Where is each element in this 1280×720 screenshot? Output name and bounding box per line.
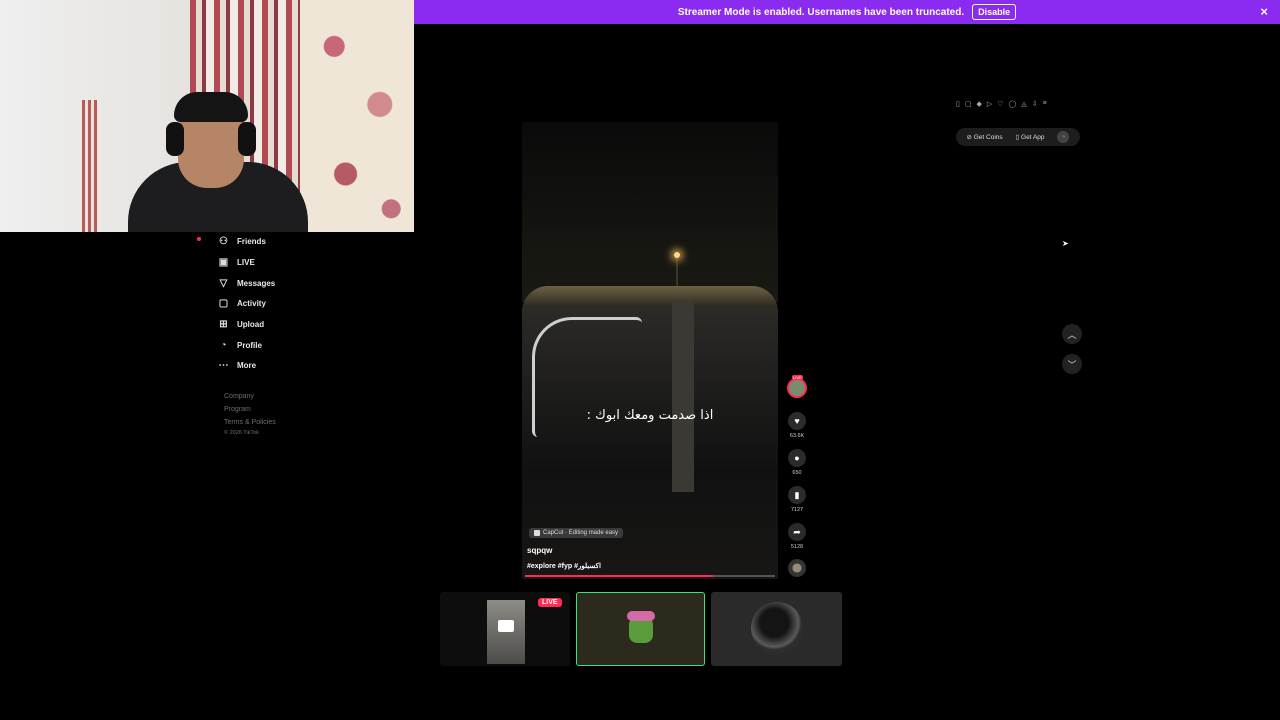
chevron-down-icon[interactable]: ﹀ [1062,354,1082,374]
chevron-up-icon[interactable]: ︿ [1062,324,1082,344]
hair [174,92,248,122]
sidebar-item-label: More [237,361,257,370]
streamer-mode-banner: Streamer Mode is enabled. Usernames have… [414,0,1280,24]
video-username[interactable]: sqpqw [527,546,552,555]
sidebar-item-more[interactable]: ⋯ More [218,359,257,371]
scene-thumbnail-dark[interactable] [711,592,842,666]
upload-icon: ⊞ [219,318,228,330]
shield-icon[interactable]: ◆ [976,100,981,108]
webcam-feed [0,0,414,232]
orb-preview [751,602,803,654]
footer-terms-link[interactable]: Terms & Policies [224,416,276,429]
heart-icon: ♥ [788,412,806,430]
browser-toolbar: ▯ ▢ ◆ ▷ ♡ ◯ ◬ ⇩ ≡ [956,100,1047,108]
get-app-button[interactable]: ▯ Get App [1016,133,1045,141]
share-count: 5128 [790,544,804,550]
creator-avatar-button[interactable]: LIVE [786,375,808,398]
close-icon[interactable]: × [1260,4,1268,19]
user-icon[interactable]: ◬ [1021,100,1026,108]
sidebar-item-label: Profile [237,341,262,350]
sidebar-footer: Company Program Terms & Policies © 2026 … [224,390,276,438]
get-coins-button[interactable]: ⊘ Get Coins [966,133,1002,141]
save-button[interactable]: ▮ 7127 [786,486,808,513]
chat-icon[interactable]: ◯ [1009,100,1017,108]
sidebar-item-label: Upload [237,320,265,329]
live-icon: ▣ [218,256,229,268]
profile-icon: ◔ [220,339,227,351]
sidebar-item-friends[interactable]: ⚇ Friends [218,236,266,247]
like-count: 63.6K [789,433,805,439]
scene-thumbnail-selected[interactable] [576,592,705,666]
live-tag: LIVE [538,598,562,607]
car-pillar [672,302,694,492]
like-button[interactable]: ♥ 63.6K [786,412,808,439]
capcut-label: CapCut · Editing made easy [543,530,619,536]
menu-icon[interactable]: ≡ [1043,100,1047,108]
creator-avatar: LIVE [787,375,807,398]
get-coins-label: Get Coins [973,134,1003,141]
mouse-cursor: ➤ [1062,239,1069,248]
activity-icon: ▢ [218,297,229,309]
sidebar-item-activity[interactable]: ▢ Activity [218,298,266,309]
video-player[interactable]: اذا صدمت ومعك ابوك : CapCut · Editing ma… [522,122,778,579]
screen: Streamer Mode is enabled. Usernames have… [0,0,1280,720]
footer-company-link[interactable]: Company [224,390,276,403]
header-actions: ⊘ Get Coins ▯ Get App ◔ [956,128,1080,146]
notification-dot [197,237,201,241]
feed-navigation: ︿ ﹀ [1062,324,1082,384]
floral-curtain [300,0,414,232]
download-icon[interactable]: ⇩ [1032,100,1038,108]
messages-icon: ▽ [219,277,228,289]
share-button[interactable]: ➦ 5128 [786,523,808,550]
more-icon: ⋯ [218,359,229,371]
video-hashtags[interactable]: #explore #fyp #اكسبلور [527,562,601,570]
screen-preview [498,620,514,632]
sidebar-item-label: LIVE [237,258,255,267]
headphones-left [166,122,184,156]
get-app-label: Get App [1021,134,1045,141]
sidebar-item-label: Messages [237,279,276,288]
bookmark-icon[interactable]: ▢ [965,100,972,108]
sidebar-item-label: Friends [237,237,266,246]
friends-icon: ⚇ [219,235,228,247]
scene-thumbnail-live[interactable]: LIVE [440,592,570,666]
comment-button[interactable]: ● 650 [786,449,808,476]
street-lamp [674,252,680,258]
footer-program-link[interactable]: Program [224,403,276,416]
video-caption: اذا صدمت ومعك ابوك : [586,408,714,423]
copyright: © 2026 TikTok [224,430,259,436]
comment-icon: ● [788,449,806,467]
emote-hat [627,611,655,621]
video-progress-fill [525,575,713,577]
capcut-icon [534,530,540,536]
share-icon: ➦ [788,523,806,541]
disable-button[interactable]: Disable [972,4,1017,20]
banner-message: Streamer Mode is enabled. Usernames have… [677,6,965,18]
profile-avatar[interactable]: ◔ [1057,131,1070,143]
night-sky [522,122,778,302]
play-icon[interactable]: ▷ [987,100,992,108]
pin-icon[interactable]: ▯ [956,100,960,108]
streamer [128,92,308,232]
sidebar-item-profile[interactable]: ◔ Profile [218,339,262,351]
sidebar-item-messages[interactable]: ▽ Messages [218,277,276,289]
comment-count: 650 [792,470,802,476]
live-badge: LIVE [792,375,803,380]
sidebar-item-live[interactable]: ▣ LIVE [218,257,255,268]
sound-button[interactable] [786,559,808,577]
sidebar-item-upload[interactable]: ⊞ Upload [218,319,264,330]
scene-thumbnails: LIVE [440,592,842,666]
video-progress-bar[interactable] [525,575,775,577]
tassel [82,100,98,232]
headphones-right [238,122,256,156]
sound-disc-icon [788,559,806,577]
sidebar-item-label: Activity [237,299,266,308]
heart-icon[interactable]: ♡ [997,100,1003,108]
capcut-badge[interactable]: CapCut · Editing made easy [529,528,624,538]
phone-preview [487,600,525,664]
save-count: 7127 [790,507,804,513]
bookmark-icon: ▮ [788,486,806,504]
